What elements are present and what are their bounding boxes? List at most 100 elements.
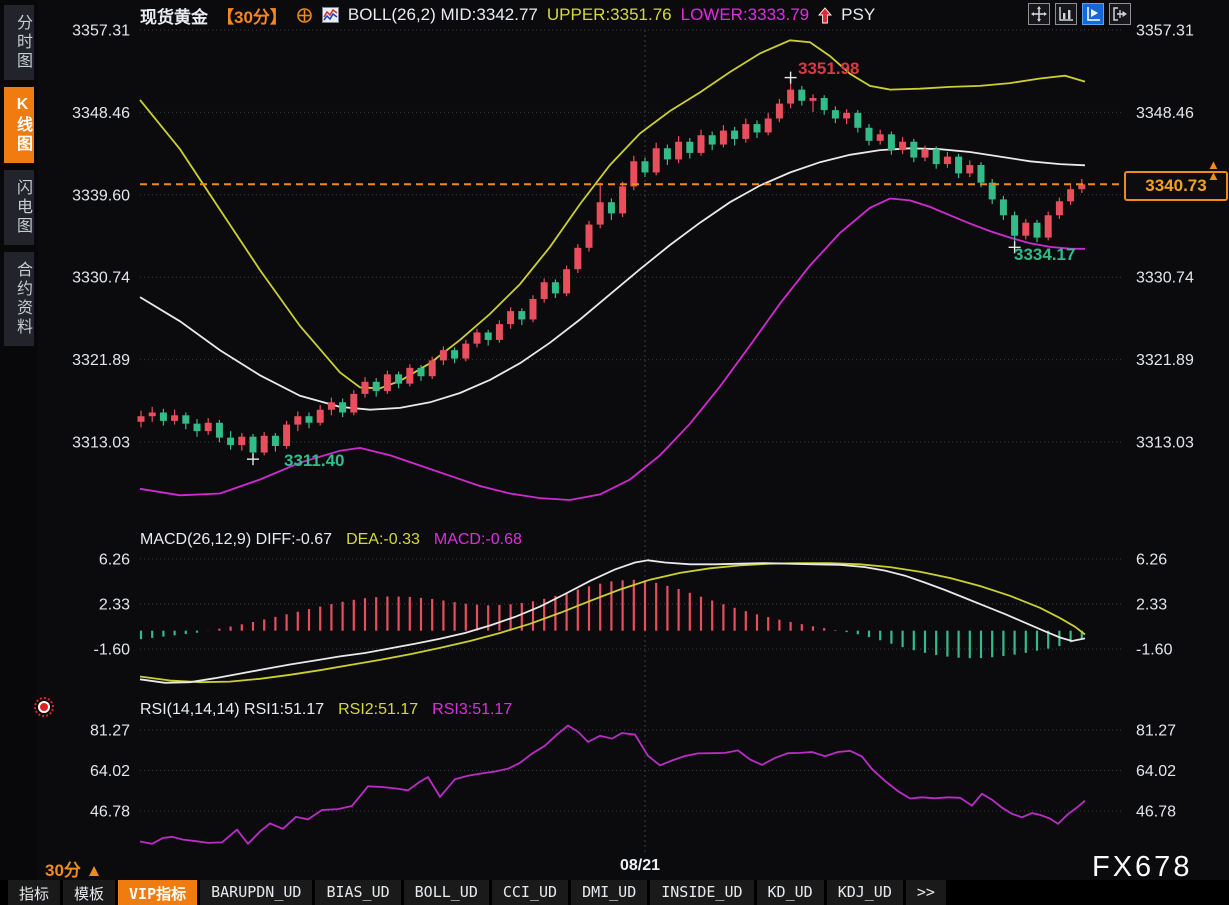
axis-label: 3339.60 <box>72 187 130 204</box>
candle-body <box>250 437 257 453</box>
boll-lower-readout: LOWER:3333.79 <box>681 5 810 25</box>
footer-tab-6[interactable]: CCI_UD <box>492 880 568 905</box>
candle-body <box>485 332 492 339</box>
candle-body <box>283 425 290 446</box>
candle-body <box>294 416 301 424</box>
candle-body <box>339 402 346 412</box>
rsi3-readout: RSI3:51.17 <box>432 701 512 719</box>
candle-body <box>138 416 145 422</box>
low-price-annotation-left: 3311.40 <box>284 451 345 471</box>
candle-body <box>888 134 895 150</box>
candle-body <box>720 131 727 145</box>
candle-body <box>306 416 313 423</box>
footer-period-label[interactable]: 30分 ▲ <box>45 856 102 881</box>
candle-body <box>686 142 693 153</box>
axis-label: 3348.46 <box>72 105 130 122</box>
indicator-chart-icon[interactable] <box>322 7 339 23</box>
footer-tab-1[interactable]: 模板 <box>63 880 115 905</box>
symbol-title: 现货黄金 <box>140 3 208 28</box>
footer-tab-8[interactable]: INSIDE_UD <box>650 880 753 905</box>
candle-body <box>619 186 626 213</box>
axis-label: 64.02 <box>1136 763 1176 780</box>
candle-body <box>765 118 772 132</box>
rsi-title: RSI(14,14,14) RSI1:51.17 <box>140 701 324 719</box>
candle-body <box>530 299 537 319</box>
candle-body <box>798 90 805 101</box>
footer-tab-9[interactable]: KD_UD <box>757 880 824 905</box>
sidebar-tab-0[interactable]: 分时图 <box>4 5 34 80</box>
candle-body <box>698 135 705 153</box>
candle-body <box>664 148 671 159</box>
candle-body <box>675 142 682 160</box>
footer-tab-4[interactable]: BIAS_UD <box>315 880 400 905</box>
candle-body <box>205 423 212 431</box>
candle-body <box>821 98 828 110</box>
axis-label: 3348.46 <box>1136 105 1194 122</box>
footer-tab-2[interactable]: VIP指标 <box>118 880 197 905</box>
candle-body <box>350 394 357 413</box>
chart-header: 现货黄金 【30分】 BOLL(26,2) MID:3342.77 UPPER:… <box>140 3 875 27</box>
candle-body <box>574 248 581 269</box>
sidebar-tab-1[interactable]: K线图 <box>4 87 34 163</box>
arrow-up-icon <box>818 7 832 24</box>
axis-label: 3357.31 <box>72 23 130 40</box>
candle-body <box>877 134 884 141</box>
indicator-line <box>140 726 1085 844</box>
candle-body <box>955 157 962 174</box>
axis-chart-icon[interactable] <box>1055 3 1077 25</box>
pan-move-icon[interactable] <box>1028 3 1050 25</box>
candle-body <box>810 98 817 101</box>
exit-panel-icon[interactable] <box>1109 3 1131 25</box>
indicator-line <box>140 199 1085 501</box>
candle-body <box>832 110 839 118</box>
peak-price-annotation: 3351.98 <box>798 59 859 79</box>
candle-body <box>966 165 973 173</box>
candle-body <box>440 350 447 360</box>
rsi-indicator-row: RSI(14,14,14) RSI1:51.17 RSI2:51.17 RSI3… <box>140 701 512 719</box>
alert-dot-icon[interactable] <box>38 701 50 713</box>
candle-body <box>171 415 178 421</box>
candle-body <box>933 149 940 164</box>
footer-tab-7[interactable]: DMI_UD <box>571 880 647 905</box>
rsi2-readout: RSI2:51.17 <box>338 701 418 719</box>
footer-tab-11[interactable]: >> <box>906 880 946 905</box>
axis-label: 46.78 <box>1136 804 1176 821</box>
candle-body <box>709 135 716 144</box>
candle-body <box>586 225 593 248</box>
target-icon[interactable] <box>296 7 313 24</box>
footer-tab-10[interactable]: KDJ_UD <box>827 880 903 905</box>
candle-body <box>731 131 738 139</box>
footer-tab-5[interactable]: BOLL_UD <box>404 880 489 905</box>
candle-body <box>563 269 570 293</box>
candle-body <box>597 202 604 224</box>
candle-body <box>395 374 402 383</box>
psy-label: PSY <box>841 5 875 25</box>
footer-tab-0[interactable]: 指标 <box>8 880 60 905</box>
sidebar-tab-3[interactable]: 合约资料 <box>4 252 34 346</box>
candle-body <box>227 438 234 445</box>
candle-body <box>272 436 279 446</box>
axis-label: 6.26 <box>99 552 130 569</box>
x-axis-date-label: 08/21 <box>620 857 660 875</box>
candle-body <box>642 161 649 172</box>
indicator-line <box>140 148 1085 409</box>
axis-flag-icon[interactable] <box>1082 3 1104 25</box>
axis-label: -1.60 <box>1136 642 1173 659</box>
chart-canvas[interactable]: 3357.313357.313348.463348.463339.603339.… <box>0 0 1229 905</box>
candle-body <box>507 311 514 324</box>
candle-body <box>854 113 861 128</box>
footer-tab-3[interactable]: BARUPDN_UD <box>200 880 312 905</box>
candle-body <box>261 436 268 453</box>
candle-body <box>1056 201 1063 215</box>
candle-body <box>194 424 201 431</box>
sidebar-tab-2[interactable]: 闪电图 <box>4 170 34 245</box>
candle-body <box>630 161 637 186</box>
candle-body <box>910 142 917 158</box>
axis-label: 64.02 <box>90 763 130 780</box>
candle-body <box>552 282 559 293</box>
candle-body <box>776 104 783 119</box>
macd-indicator-row: MACD(26,12,9) DIFF:-0.67 DEA:-0.33 MACD:… <box>140 531 522 549</box>
axis-label: 2.33 <box>99 597 130 614</box>
axis-label: 3330.74 <box>72 270 130 287</box>
candle-body <box>384 374 391 391</box>
